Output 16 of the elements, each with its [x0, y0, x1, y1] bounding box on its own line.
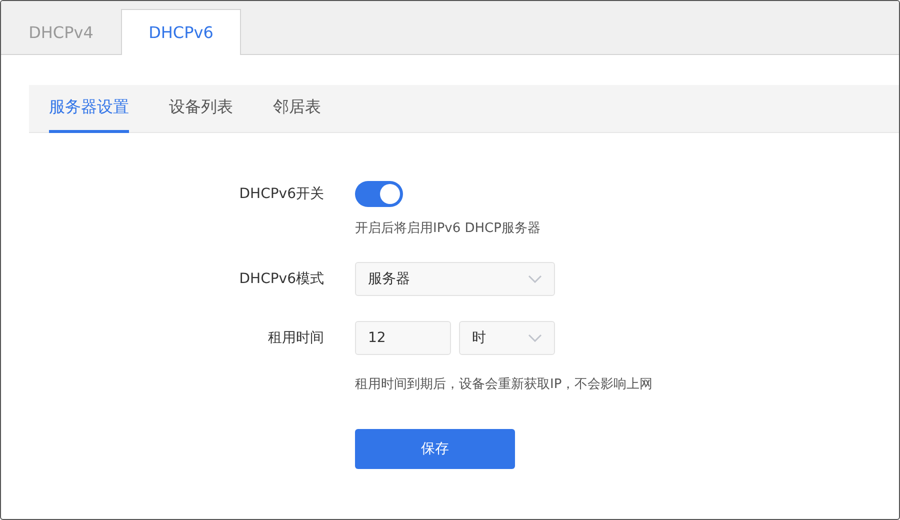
unit-dropdown[interactable]: 时 — [459, 321, 555, 355]
hint-text: 开启后将启用IPv6 DHCP服务器 — [355, 220, 540, 237]
tab[interactable]: 设备列表 — [169, 85, 233, 133]
field-label: DHCPv6模式 — [239, 270, 324, 289]
chevron-down-icon — [528, 334, 542, 342]
save-button[interactable]: 保存 — [355, 429, 515, 469]
tab[interactable]: 服务器设置 — [49, 85, 129, 133]
toggle-switch[interactable] — [355, 181, 403, 207]
tab[interactable]: 邻居表 — [273, 85, 321, 133]
input-field[interactable]: 12 — [355, 321, 451, 355]
hint-text: 租用时间到期后，设备会重新获取IP，不会影响上网 — [355, 376, 653, 393]
field-label: 租用时间 — [268, 329, 324, 348]
mode-dropdown[interactable]: 服务器 — [355, 262, 555, 296]
chevron-down-icon — [528, 275, 542, 283]
field-label: DHCPv6开关 — [239, 185, 324, 204]
tab[interactable]: DHCPv6 — [121, 9, 241, 55]
